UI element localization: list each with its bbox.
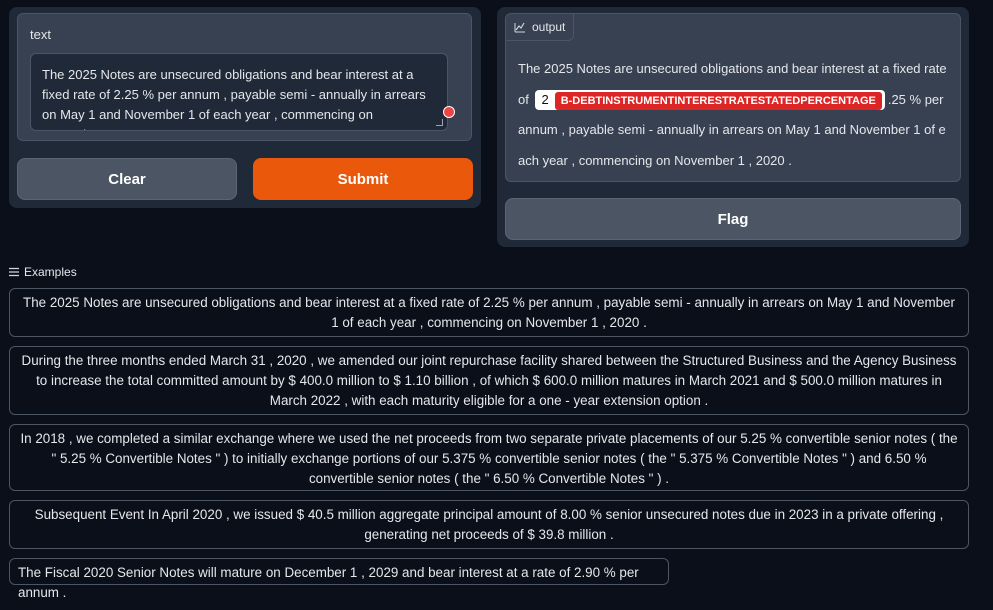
entity-label-badge: B-DEBTINSTRUMENTINTERESTRATESTATEDPERCEN… bbox=[554, 91, 882, 110]
flag-button[interactable]: Flag bbox=[505, 198, 961, 240]
example-item[interactable]: Subsequent Event In April 2020 , we issu… bbox=[9, 500, 969, 549]
example-item[interactable]: The Fiscal 2020 Senior Notes will mature… bbox=[9, 558, 669, 600]
chart-icon bbox=[514, 22, 525, 33]
example-item[interactable]: The 2025 Notes are unsecured obligations… bbox=[9, 288, 969, 337]
text-input-value: The 2025 Notes are unsecured obligations… bbox=[42, 67, 426, 130]
submit-button[interactable]: Submit bbox=[253, 158, 473, 200]
spellcheck-indicator bbox=[443, 106, 455, 118]
clear-button[interactable]: Clear bbox=[17, 158, 237, 200]
example-item[interactable]: In 2018 , we completed a similar exchang… bbox=[9, 424, 969, 491]
output-tab-label: output bbox=[532, 20, 566, 34]
entity-highlight: 2 B-DEBTINSTRUMENTINTERESTRATESTATEDPERCE… bbox=[535, 89, 885, 110]
resize-handle[interactable] bbox=[436, 119, 443, 126]
examples-title: Examples bbox=[24, 265, 77, 279]
list-icon bbox=[9, 267, 19, 277]
output-tab: output bbox=[506, 14, 575, 41]
text-input-block: text The 2025 Notes are unsecured obliga… bbox=[17, 13, 472, 141]
text-input-label: text bbox=[30, 27, 51, 42]
entity-text: 2 bbox=[541, 91, 549, 107]
examples-header: Examples bbox=[9, 265, 77, 279]
highlighted-output: The 2025 Notes are unsecured obligations… bbox=[518, 54, 952, 176]
text-input-area[interactable]: The 2025 Notes are unsecured obligations… bbox=[30, 53, 448, 131]
output-block: output The 2025 Notes are unsecured obli… bbox=[505, 13, 961, 182]
example-item[interactable]: During the three months ended March 31 ,… bbox=[9, 346, 969, 415]
